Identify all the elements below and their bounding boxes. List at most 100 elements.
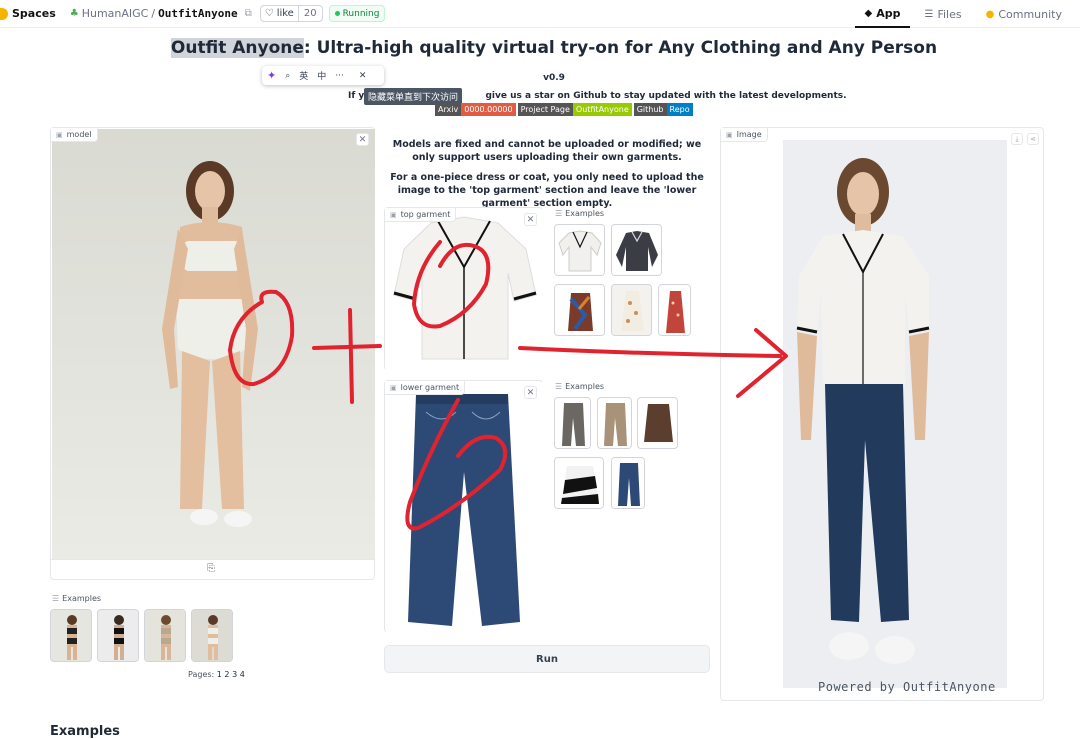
lower-examples-text: Examples	[565, 382, 605, 391]
top-example-thumb[interactable]	[554, 224, 605, 276]
close-icon[interactable]: ✕	[359, 71, 367, 81]
community-icon: ●	[985, 8, 995, 20]
model-examples-text: Examples	[62, 594, 102, 603]
title-rest: : Ultra-high quality virtual try-on for …	[303, 38, 938, 58]
lower-example-thumb[interactable]	[637, 397, 678, 449]
tab-community[interactable]: ● Community	[976, 0, 1072, 28]
model-label: ▣ model	[51, 128, 98, 142]
output-label-text: Image	[736, 130, 762, 139]
badge-project-left: Project Page	[517, 103, 573, 116]
top-examples-label: ☰ Examples	[555, 209, 604, 218]
files-icon: ☰	[924, 8, 934, 20]
tab-app[interactable]: ◆ App	[854, 0, 911, 28]
repo-link[interactable]: OutfitAnyone	[158, 7, 237, 20]
page-link[interactable]: 4	[240, 670, 245, 679]
badge-project-page[interactable]: Project Page OutfitAnyone	[517, 103, 632, 116]
pages-label: Pages:	[188, 670, 215, 679]
copy-icon[interactable]: ⧉	[245, 8, 252, 19]
lower-garment-panel[interactable]: ▣ lower garment ✕	[384, 380, 543, 633]
lower-garment-image	[386, 382, 543, 633]
model-example-thumb[interactable]	[50, 609, 92, 662]
watermark-text: Powered by OutfitAnyone	[818, 680, 996, 694]
top-example-thumb[interactable]	[611, 284, 652, 336]
top-bar: Spaces ♣ HumanAIGC / OutfitAnyone ⧉ ♡ lik…	[0, 0, 1080, 28]
list-icon: ☰	[555, 209, 563, 218]
lower-garment-label: ▣ lower garment	[385, 381, 466, 395]
org-link[interactable]: HumanAIGC	[82, 7, 149, 20]
badge-github-left: Github	[633, 103, 667, 116]
output-panel: ▣ Image ⤓ ⋖	[720, 127, 1044, 701]
model-image	[52, 129, 375, 559]
badge-arxiv[interactable]: Arxiv 0000.00000	[435, 103, 516, 116]
top-garment-label: ▣ top garment	[385, 208, 457, 222]
more-icon[interactable]: ···	[335, 71, 344, 81]
model-example-thumb[interactable]	[191, 609, 233, 662]
status-badge[interactable]: Running	[328, 5, 386, 22]
lang-zh-button[interactable]: 中	[317, 69, 326, 82]
org-icon: ♣	[69, 8, 79, 19]
model-panel: ▣ model ✕ ⎘	[50, 127, 375, 580]
top-example-thumb[interactable]	[554, 284, 605, 336]
output-label: ▣ Image	[721, 128, 768, 142]
list-icon: ☰	[52, 594, 60, 603]
run-button[interactable]: Run	[384, 645, 710, 673]
like-button[interactable]: ♡ like 20	[259, 5, 323, 22]
status-dot-icon	[334, 11, 340, 16]
badge-github[interactable]: Github Repo	[633, 103, 693, 116]
model-clear-button[interactable]: ✕	[356, 133, 369, 146]
lower-example-thumb[interactable]	[554, 457, 604, 509]
top-garment-label-text: top garment	[400, 210, 451, 219]
top-example-thumb[interactable]	[658, 284, 691, 336]
tab-community-label: Community	[998, 7, 1062, 21]
output-image	[783, 140, 1007, 688]
lower-example-thumb[interactable]	[611, 457, 645, 509]
tab-files[interactable]: ☰ Files	[914, 0, 971, 28]
bottom-examples-heading: Examples	[50, 724, 120, 739]
heart-icon: ♡	[264, 8, 274, 19]
like-count: 20	[303, 8, 317, 19]
share-icon[interactable]: ⋖	[1027, 133, 1039, 145]
top-example-thumb[interactable]	[611, 224, 662, 276]
list-icon: ☰	[555, 382, 563, 391]
translate-toolbar: ✦ ⌕ 英 中 ··· ✕	[262, 66, 384, 85]
download-icon[interactable]: ⤓	[1011, 133, 1023, 145]
badge-row: Arxiv 0000.00000 Project Page OutfitAnyo…	[435, 103, 693, 116]
model-label-text: model	[66, 130, 92, 139]
lower-example-thumb[interactable]	[597, 397, 632, 449]
search-icon[interactable]: ⌕	[285, 71, 290, 81]
ai-sparkle-icon[interactable]: ✦	[267, 69, 276, 82]
lower-garment-clear-button[interactable]: ✕	[524, 386, 537, 399]
top-examples-text: Examples	[565, 209, 605, 218]
page-link[interactable]: 2	[224, 670, 229, 679]
subline-end: give us a star on Github to stay updated…	[485, 91, 847, 101]
lower-example-thumb[interactable]	[554, 397, 591, 449]
title-highlight: Outfit Anyone	[170, 38, 304, 58]
breadcrumb: ♣ HumanAIGC / OutfitAnyone ⧉	[70, 7, 252, 20]
like-label: like	[276, 8, 294, 19]
hf-logo-icon	[0, 7, 8, 20]
top-garment-panel[interactable]: ▣ top garment ✕	[384, 207, 543, 370]
clipboard-icon[interactable]: ⎘	[207, 563, 215, 574]
lower-examples-label: ☰ Examples	[555, 382, 604, 391]
page-link[interactable]: 3	[232, 670, 237, 679]
page-title: Outfit Anyone: Ultra-high quality virtua…	[0, 38, 1080, 58]
page-link[interactable]: 1	[217, 670, 222, 679]
badge-project-right: OutfitAnyone	[572, 103, 632, 116]
lang-en-button[interactable]: 英	[299, 69, 308, 82]
status-label: Running	[342, 8, 380, 19]
badge-arxiv-right: 0000.00000	[461, 103, 516, 116]
pagination: Pages: 1 2 3 4	[188, 670, 245, 679]
lower-garment-label-text: lower garment	[400, 383, 460, 392]
top-garment-image	[386, 209, 543, 370]
image-icon: ▣	[390, 210, 397, 219]
top-garment-clear-button[interactable]: ✕	[524, 213, 537, 226]
model-example-thumb[interactable]	[97, 609, 139, 662]
spaces-link[interactable]: Spaces	[0, 7, 56, 20]
model-example-thumb[interactable]	[144, 609, 186, 662]
image-icon: ▣	[56, 130, 63, 139]
info-text-1: Models are fixed and cannot be uploaded …	[392, 139, 702, 163]
app-icon: ◆	[864, 7, 873, 19]
version-label: v0.9	[543, 73, 565, 83]
model-examples-label: ☰ Examples	[52, 594, 101, 603]
badge-github-right: Repo	[666, 103, 693, 116]
